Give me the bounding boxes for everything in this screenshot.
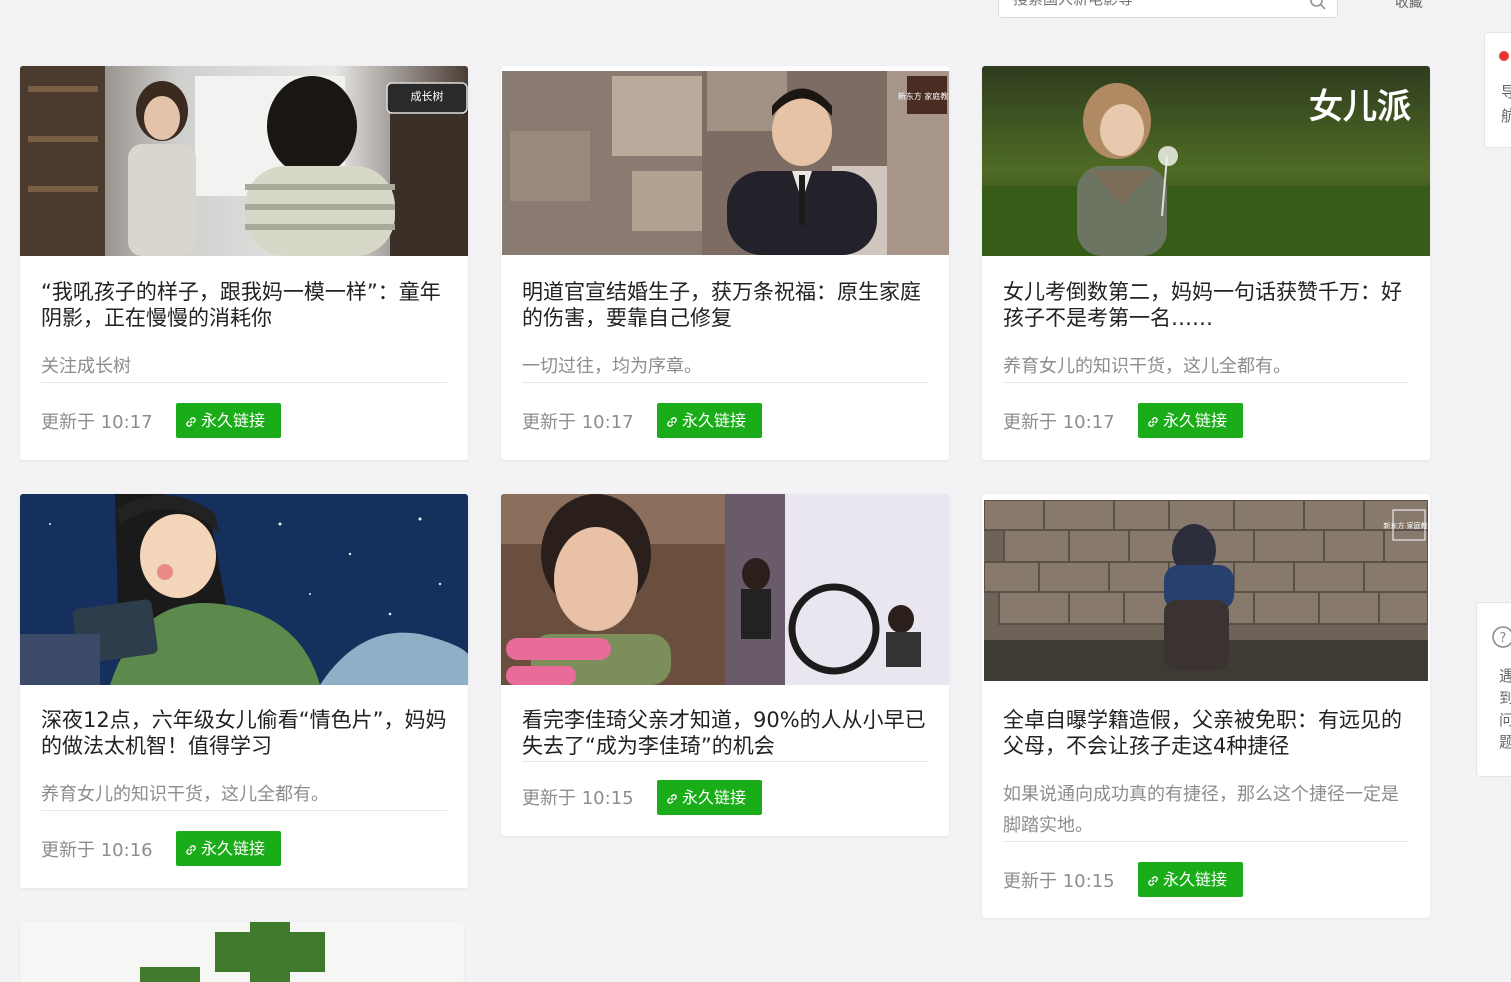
permalink-button[interactable]: 永久链接 [176,403,281,438]
article-thumbnail[interactable]: 新东方 家庭教育 [984,500,1428,681]
article-thumbnail[interactable] [501,494,949,685]
permalink-button[interactable]: 永久链接 [1138,862,1243,897]
link-icon [186,416,196,427]
permalink-label: 永久链接 [1163,870,1228,889]
update-time: 更新于 10:15 [522,788,634,809]
permalink-label: 永久链接 [201,839,266,858]
help-text-2: 到 [1499,689,1511,707]
update-time: 更新于 10:16 [41,840,153,861]
update-time: 更新于 10:17 [41,412,153,433]
article-thumbnail[interactable]: 成长树 [20,66,468,256]
help-icon[interactable]: ? [1491,625,1511,649]
link-icon [667,416,677,427]
permalink-label: 永久链接 [682,411,747,430]
article-title[interactable]: 女儿考倒数第二，妈妈一句话获赞千万：好孩子不是考第一名…… [1003,279,1409,331]
side-nav-text-2: 航 [1501,107,1511,125]
article-card[interactable]: 看完李佳琦父亲才知道，90%的人从小早已失去了“成为李佳琦”的机会 更新于 10… [501,494,949,836]
top-right-link[interactable]: 收藏 [1395,0,1423,12]
link-icon [1148,875,1158,886]
article-title[interactable]: 明道官宣结婚生子，获万条祝福：原生家庭的伤害，要靠自己修复 [522,279,928,331]
thumbnail-badge: 女儿派 [1309,87,1411,127]
side-nav-panel[interactable]: 导 航 [1484,32,1511,148]
article-thumbnail[interactable]: 女儿派 [982,66,1430,256]
permalink-button[interactable]: 永久链接 [1138,403,1243,438]
article-card[interactable]: 新东方 家庭教育 明道官宣结婚生子，获万条祝福：原生家庭的伤害，要靠自己修复 一… [501,66,949,460]
side-nav-text-1: 导 [1501,83,1511,101]
permalink-label: 永久链接 [201,411,266,430]
permalink-label: 永久链接 [1163,411,1228,430]
thumbnail-badge: 新东方 家庭教育 [1383,521,1428,530]
thumbnail-badge: 新东方 家庭教育 [898,91,949,101]
thumbnail-badge: 成长树 [411,89,444,103]
search-icon[interactable] [1309,0,1327,11]
search-input[interactable] [1011,0,1295,19]
help-text-4: 题 [1499,733,1511,751]
article-title[interactable]: 全卓自曝学籍造假，父亲被免职：有远见的父母，不会让孩子走这4种捷径 [1003,707,1409,759]
help-panel[interactable]: ? 遇 到 问 题 [1476,602,1511,777]
article-title[interactable]: 深夜12点，六年级女儿偷看“情色片”，妈妈的做法太机智！值得学习 [41,707,447,759]
article-card[interactable] [20,922,464,982]
help-text-3: 问 [1499,711,1511,729]
article-desc: 关注成长树 [41,351,447,383]
article-title[interactable]: 看完李佳琦父亲才知道，90%的人从小早已失去了“成为李佳琦”的机会 [522,707,928,762]
link-icon [667,793,677,804]
article-card[interactable]: 成长树 “我吼孩子的样子，跟我妈一模一样”：童年阴影，正在慢慢的消耗你 关注成长… [20,66,468,460]
article-card[interactable]: 新东方 家庭教育 全卓自曝学籍造假，父亲被免职：有远见的父母，不会让孩子走这4种… [982,494,1430,918]
article-title[interactable]: “我吼孩子的样子，跟我妈一模一样”：童年阴影，正在慢慢的消耗你 [41,279,447,331]
link-icon [186,844,196,855]
article-desc: 如果说通向成功真的有捷径，那么这个捷径一定是脚踏实地。 [1003,779,1409,842]
brand-dot-icon [1499,51,1509,61]
update-time: 更新于 10:17 [522,412,634,433]
link-icon [1148,416,1158,427]
search-box[interactable] [998,0,1338,19]
help-text-1: 遇 [1499,667,1511,685]
article-desc: 养育女儿的知识干货，这儿全都有。 [1003,351,1409,383]
permalink-button[interactable]: 永久链接 [176,831,281,866]
article-thumbnail[interactable] [20,922,464,982]
article-desc: 一切过往，均为序章。 [522,351,928,383]
article-card[interactable]: 女儿派 女儿考倒数第二，妈妈一句话获赞千万：好孩子不是考第一名…… 养育女儿的知… [982,66,1430,460]
article-card[interactable]: 深夜12点，六年级女儿偷看“情色片”，妈妈的做法太机智！值得学习 养育女儿的知识… [20,494,468,888]
article-thumbnail[interactable]: 新东方 家庭教育 [502,71,949,255]
update-time: 更新于 10:15 [1003,871,1115,892]
article-desc: 养育女儿的知识干货，这儿全都有。 [41,779,447,811]
update-time: 更新于 10:17 [1003,412,1115,433]
permalink-label: 永久链接 [682,788,747,807]
permalink-button[interactable]: 永久链接 [657,403,762,438]
svg-text:?: ? [1500,631,1507,646]
permalink-button[interactable]: 永久链接 [657,780,762,815]
article-thumbnail[interactable] [20,494,468,685]
